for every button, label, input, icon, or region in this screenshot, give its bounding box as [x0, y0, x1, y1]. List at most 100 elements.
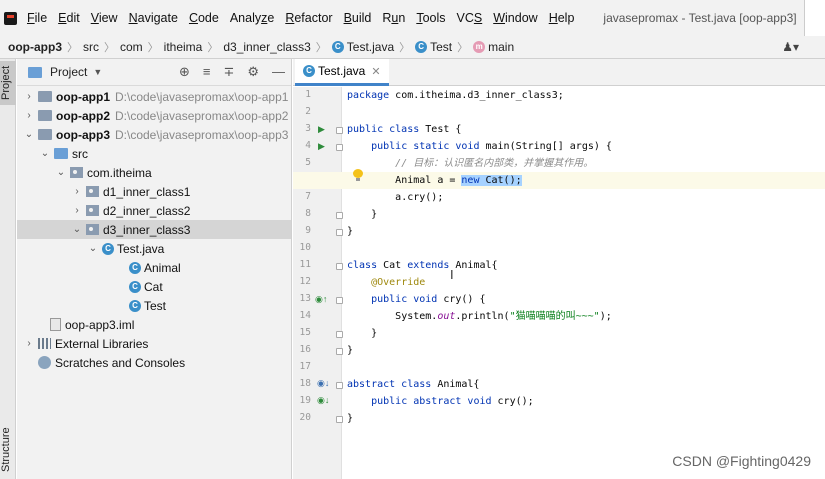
- tree-item-label: External Libraries: [55, 336, 149, 351]
- tree-item-d1[interactable]: › d1_inner_class1: [17, 182, 291, 201]
- menu-item[interactable]: Window: [493, 11, 537, 25]
- breadcrumb-itheima[interactable]: itheima: [164, 40, 203, 54]
- code-line: abstract class Animal{: [347, 379, 480, 390]
- line-number: 8: [305, 208, 311, 219]
- package-icon: [86, 186, 99, 197]
- tree-item-test-java[interactable]: ⌄ C Test.java: [17, 239, 291, 258]
- code-line: }: [371, 209, 378, 220]
- chevron-right-icon: 〉: [207, 42, 219, 54]
- chevron-right-icon[interactable]: ›: [71, 205, 83, 216]
- user-icon[interactable]: ♟▾: [782, 40, 799, 54]
- implemented-marker-icon[interactable]: ◉↓: [317, 378, 329, 389]
- run-icon[interactable]: ▶: [318, 141, 325, 152]
- fold-marker-icon[interactable]: [336, 331, 343, 338]
- breadcrumb-package[interactable]: d3_inner_class3: [223, 40, 310, 54]
- menu-item[interactable]: Edit: [58, 11, 80, 25]
- chevron-right-icon[interactable]: ›: [71, 186, 83, 197]
- tree-item-animal[interactable]: C Animal: [17, 258, 291, 277]
- class-icon: C: [129, 299, 141, 312]
- breadcrumb-project[interactable]: oop-app3: [8, 40, 62, 54]
- chevron-down-icon[interactable]: ⌄: [23, 129, 35, 140]
- fold-marker-icon[interactable]: [336, 348, 343, 355]
- tree-item-external-libraries[interactable]: › External Libraries: [17, 334, 291, 353]
- expand-all-icon[interactable]: ≡: [203, 64, 211, 80]
- tree-item-d3[interactable]: ⌄ d3_inner_class3: [17, 220, 291, 239]
- menu-item[interactable]: Refactor: [285, 11, 332, 25]
- fold-marker-icon[interactable]: [336, 263, 343, 270]
- chevron-down-icon[interactable]: ⌄: [39, 148, 51, 159]
- tree-item-oop-app3[interactable]: ⌄ oop-app3 D:\code\javasepromax\oop-app3: [17, 125, 291, 144]
- project-panel: Project ▼ ⊕ ≡ ∓ ⚙ — › oop-app1 D:\code\j…: [17, 59, 292, 479]
- locate-icon[interactable]: ⊕: [179, 64, 190, 80]
- tree-item-label: d1_inner_class1: [103, 184, 191, 199]
- class-icon: C: [129, 280, 141, 293]
- menu-item[interactable]: File: [27, 11, 47, 25]
- collapse-all-icon[interactable]: ∓: [223, 64, 234, 80]
- line-number: 4: [305, 140, 311, 151]
- tree-item-d2[interactable]: › d2_inner_class2: [17, 201, 291, 220]
- chevron-right-icon[interactable]: ›: [23, 110, 35, 121]
- run-icon[interactable]: ▶: [318, 124, 325, 135]
- implemented-marker-icon[interactable]: ◉↓: [317, 395, 329, 406]
- menu-item[interactable]: VCS: [457, 11, 483, 25]
- tree-item-test[interactable]: C Test: [17, 296, 291, 315]
- menu-item[interactable]: View: [91, 11, 118, 25]
- tree-item-label: d2_inner_class2: [103, 203, 191, 218]
- chevron-right-icon: 〉: [315, 42, 327, 54]
- gear-icon[interactable]: ⚙: [247, 64, 259, 80]
- tree-item-oop-app1[interactable]: › oop-app1 D:\code\javasepromax\oop-app1: [17, 87, 291, 106]
- menu-item[interactable]: Analyze: [230, 11, 274, 25]
- project-tool-tab[interactable]: Project: [0, 61, 16, 105]
- chevron-down-icon[interactable]: ⌄: [87, 243, 99, 254]
- tree-item-src[interactable]: ⌄ src: [17, 144, 291, 163]
- chevron-down-icon[interactable]: ⌄: [71, 224, 83, 235]
- chevron-right-icon[interactable]: ›: [23, 91, 35, 102]
- minimize-icon[interactable]: —: [272, 64, 285, 80]
- menu-item[interactable]: Tools: [416, 11, 445, 25]
- tree-item-com-itheima[interactable]: ⌄ com.itheima: [17, 163, 291, 182]
- tree-item-cat[interactable]: C Cat: [17, 277, 291, 296]
- project-view-icon: [28, 66, 42, 78]
- fold-marker-icon[interactable]: [336, 144, 343, 151]
- lightbulb-icon[interactable]: [353, 169, 363, 181]
- code-line: // 目标：认识匿名内部类，并掌握其作用。: [395, 158, 594, 169]
- module-folder-icon: [38, 129, 52, 140]
- tree-item-scratches[interactable]: Scratches and Consoles: [17, 353, 291, 372]
- fold-marker-icon[interactable]: [336, 212, 343, 219]
- breadcrumb-method[interactable]: m main: [473, 40, 514, 54]
- breadcrumb-file[interactable]: C Test.java: [331, 40, 394, 54]
- fold-marker-icon[interactable]: [336, 297, 343, 304]
- menu-item[interactable]: Navigate: [129, 11, 178, 25]
- breadcrumb-class[interactable]: C Test: [415, 40, 452, 54]
- fold-marker-icon[interactable]: [336, 127, 343, 134]
- scratches-icon: [38, 356, 51, 369]
- line-number: 9: [305, 225, 311, 236]
- chevron-right-icon[interactable]: ›: [23, 338, 35, 349]
- menu-item[interactable]: Run: [382, 11, 405, 25]
- menu-item[interactable]: Build: [344, 11, 372, 25]
- watermark: CSDN @Fighting0429: [672, 453, 811, 469]
- fold-marker-icon[interactable]: [336, 382, 343, 389]
- dropdown-icon[interactable]: ▼: [93, 67, 102, 77]
- override-marker-icon[interactable]: ◉↑: [315, 294, 327, 305]
- package-icon: [70, 167, 83, 178]
- code-line: public abstract void cry();: [371, 396, 534, 407]
- breadcrumb-com[interactable]: com: [120, 40, 143, 54]
- project-panel-title[interactable]: Project: [50, 65, 87, 79]
- code-area[interactable]: package com.itheima.d3_inner_class3; pub…: [293, 87, 825, 479]
- menu-bar: File Edit View Navigate Code Analyze Refactor B…: [0, 0, 825, 36]
- line-number: 2: [305, 106, 311, 117]
- chevron-down-icon[interactable]: ⌄: [55, 167, 67, 178]
- tree-item-oop-app2[interactable]: › oop-app2 D:\code\javasepromax\oop-app2: [17, 106, 291, 125]
- tab-test-java[interactable]: C Test.java ✕: [295, 59, 389, 86]
- close-icon[interactable]: ✕: [371, 65, 380, 78]
- tree-item-label: oop-app2: [56, 108, 110, 123]
- menu-item[interactable]: Code: [189, 11, 219, 25]
- tree-item-iml[interactable]: oop-app3.iml: [17, 315, 291, 334]
- fold-marker-icon[interactable]: [336, 416, 343, 423]
- structure-tool-tab[interactable]: Structure: [0, 421, 16, 479]
- breadcrumb-src[interactable]: src: [83, 40, 99, 54]
- menu-item[interactable]: Help: [549, 11, 575, 25]
- breadcrumb-class-label: Test: [430, 40, 453, 54]
- fold-marker-icon[interactable]: [336, 229, 343, 236]
